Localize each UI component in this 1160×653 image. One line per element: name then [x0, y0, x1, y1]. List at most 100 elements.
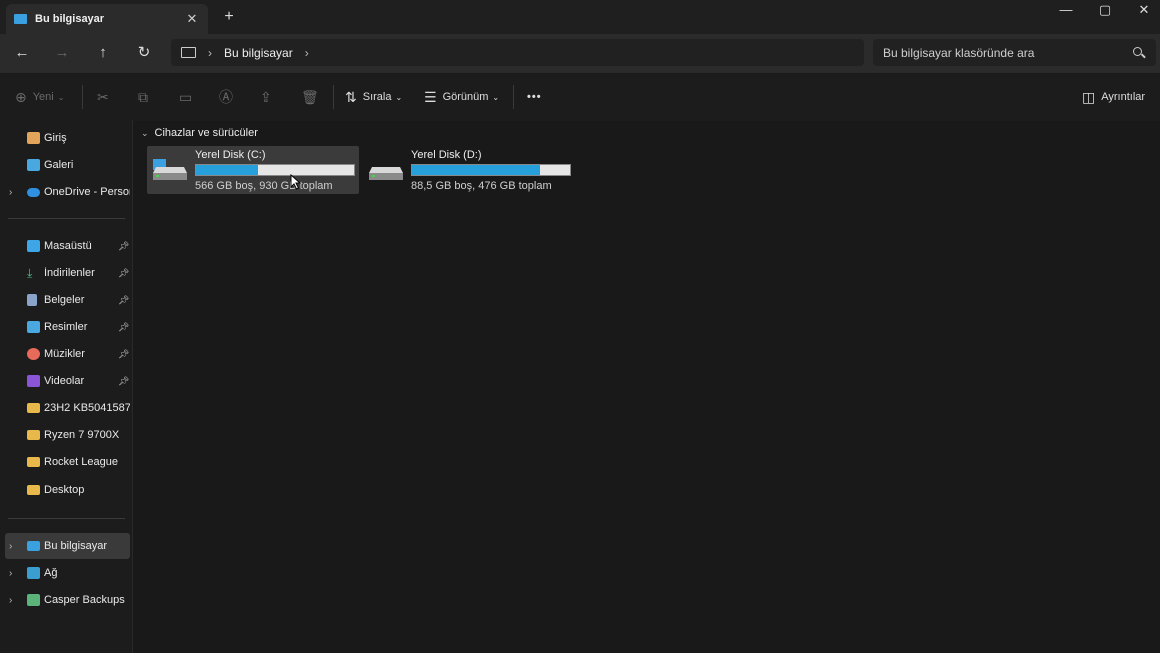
sidebar-item-videos[interactable]: Videolar 📌︎ — [0, 368, 130, 394]
backup-icon — [27, 594, 40, 606]
paste-button[interactable]: ▭ — [179, 85, 198, 109]
sidebar-item-home[interactable]: Giriş — [0, 125, 130, 151]
chevron-right-icon: › — [208, 45, 212, 60]
chevron-down-icon: ⌄ — [492, 92, 500, 102]
close-button[interactable]: ✕ — [1126, 0, 1160, 22]
sidebar-item-label: Ağ — [44, 567, 58, 579]
delete-button[interactable]: 🗑︎ — [301, 85, 325, 109]
chevron-down-icon: ⌄ — [395, 92, 403, 102]
videos-icon — [27, 375, 40, 387]
refresh-button[interactable]: ↻ — [132, 42, 156, 64]
gallery-icon — [27, 159, 40, 171]
chevron-right-icon[interactable]: › — [9, 187, 12, 198]
trash-icon: 🗑︎ — [301, 88, 319, 105]
forward-button[interactable]: → — [50, 42, 74, 64]
search-icon[interactable] — [1132, 46, 1146, 60]
toolbar-divider — [333, 85, 334, 109]
minimize-button[interactable]: — — [1048, 0, 1084, 22]
drive-usage-fill — [196, 165, 258, 175]
search-box[interactable] — [873, 39, 1156, 66]
sidebar-item-label: OneDrive - Persona — [44, 186, 130, 198]
sidebar-item-folder-ryzen[interactable]: Ryzen 7 9700X — [0, 422, 130, 448]
sidebar-item-label: Rocket League — [44, 456, 118, 468]
tab-bu-bilgisayar[interactable]: Bu bilgisayar ✕ — [6, 4, 208, 34]
rename-button[interactable]: Ⓐ — [219, 85, 239, 109]
drive-icon — [369, 167, 403, 180]
toolbar-divider — [82, 85, 83, 109]
sort-icon: ⇅ — [345, 88, 357, 105]
home-icon — [27, 132, 40, 144]
sidebar-item-label: Galeri — [44, 159, 74, 171]
sidebar-item-onedrive[interactable]: › OneDrive - Persona — [0, 179, 130, 205]
folder-icon — [27, 457, 40, 467]
sidebar-item-folder-rocket-league[interactable]: Rocket League — [0, 449, 130, 475]
drive-name: Yerel Disk (C:) — [195, 149, 266, 161]
scissors-icon: ✂ — [97, 88, 109, 105]
back-button[interactable]: ← — [10, 42, 34, 64]
chevron-down-icon: ⌄ — [57, 92, 65, 102]
chevron-right-icon[interactable]: › — [9, 568, 12, 579]
pin-icon[interactable]: 📌︎ — [118, 295, 129, 306]
sidebar-item-network[interactable]: › Ağ — [0, 560, 130, 586]
sidebar-item-label: Casper Backups — [44, 594, 125, 606]
music-icon — [27, 348, 40, 360]
sidebar-item-music[interactable]: Müzikler 📌︎ — [0, 341, 130, 367]
chevron-right-icon[interactable]: › — [9, 595, 12, 606]
sidebar-item-this-pc[interactable]: › Bu bilgisayar — [5, 533, 130, 559]
folder-icon — [27, 485, 40, 495]
pin-icon[interactable]: 📌︎ — [118, 241, 129, 252]
folder-icon — [27, 403, 40, 413]
maximize-button[interactable]: ▢ — [1087, 0, 1123, 22]
rename-icon: Ⓐ — [219, 89, 233, 105]
breadcrumb-bu-bilgisayar[interactable]: Bu bilgisayar — [224, 46, 293, 60]
drive-icon — [153, 159, 187, 180]
drive-space-info: 88,5 GB boş, 476 GB toplam — [411, 180, 552, 192]
plus-circle-icon: ⊕ — [15, 88, 27, 105]
folder-icon — [27, 430, 40, 440]
pictures-icon — [27, 321, 40, 333]
computer-icon — [14, 14, 27, 24]
command-bar: ⊕ Yeni ⌄ ✂ ⧉ ▭ Ⓐ ⇪ 🗑︎ ⇅ Sırala ⌄ ☰ Görün… — [0, 72, 1160, 121]
sidebar-item-desktop[interactable]: Masaüstü 📌︎ — [0, 233, 130, 259]
file-view: ⌄ Cihazlar ve sürücüler Yerel Disk (C:) … — [133, 120, 1160, 653]
details-button[interactable]: ◫ Ayrıntılar — [1082, 85, 1145, 109]
pin-icon[interactable]: 📌︎ — [118, 268, 129, 279]
sidebar-item-folder-23h2[interactable]: 23H2 KB5041587 — [0, 395, 130, 421]
view-icon: ☰ — [424, 88, 437, 105]
pin-icon[interactable]: 📌︎ — [118, 376, 129, 387]
sidebar-item-folder-desktop[interactable]: Desktop — [0, 477, 130, 503]
drive-c[interactable]: Yerel Disk (C:) 566 GB boş, 930 GB topla… — [147, 146, 359, 194]
address-bar[interactable]: › Bu bilgisayar › — [171, 39, 864, 66]
tab-close-button[interactable]: ✕ — [182, 11, 202, 27]
download-icon: ⤓ — [27, 266, 33, 280]
drive-space-info: 566 GB boş, 930 GB toplam — [195, 180, 333, 192]
more-options-button[interactable]: ••• — [527, 85, 542, 109]
drive-d[interactable]: Yerel Disk (D:) 88,5 GB boş, 476 GB topl… — [363, 146, 575, 194]
chevron-right-icon[interactable]: › — [305, 46, 309, 60]
new-tab-button[interactable]: + — [220, 8, 238, 26]
pin-icon[interactable]: 📌︎ — [118, 349, 129, 360]
details-label: Ayrıntılar — [1101, 91, 1146, 103]
sidebar-item-casper-backups[interactable]: › Casper Backups — [0, 587, 130, 613]
copy-button[interactable]: ⧉ — [138, 85, 154, 109]
desktop-icon — [27, 240, 40, 252]
sidebar-divider — [8, 218, 125, 219]
up-button[interactable]: ↑ — [91, 42, 115, 64]
sort-button[interactable]: ⇅ Sırala ⌄ — [345, 85, 402, 109]
sidebar-item-documents[interactable]: Belgeler 📌︎ — [0, 287, 130, 313]
share-button[interactable]: ⇪ — [260, 85, 278, 109]
sidebar-item-gallery[interactable]: Galeri — [0, 152, 130, 178]
group-header-devices[interactable]: ⌄ Cihazlar ve sürücüler — [141, 127, 258, 139]
pin-icon[interactable]: 📌︎ — [118, 322, 129, 333]
view-button[interactable]: ☰ Görünüm ⌄ — [424, 85, 499, 109]
chevron-right-icon[interactable]: › — [9, 541, 12, 552]
details-pane-icon: ◫ — [1082, 88, 1096, 105]
cut-button[interactable]: ✂ — [97, 85, 115, 109]
sidebar-item-downloads[interactable]: ⤓ İndirilenler 📌︎ — [0, 260, 130, 286]
new-button[interactable]: ⊕ Yeni ⌄ — [15, 85, 64, 109]
search-input[interactable] — [881, 44, 1132, 61]
sidebar-item-pictures[interactable]: Resimler 📌︎ — [0, 314, 130, 340]
chevron-down-icon[interactable]: ⌄ — [141, 128, 149, 139]
sidebar-item-label: 23H2 KB5041587 — [44, 402, 130, 414]
sidebar-item-label: Giriş — [44, 132, 67, 144]
